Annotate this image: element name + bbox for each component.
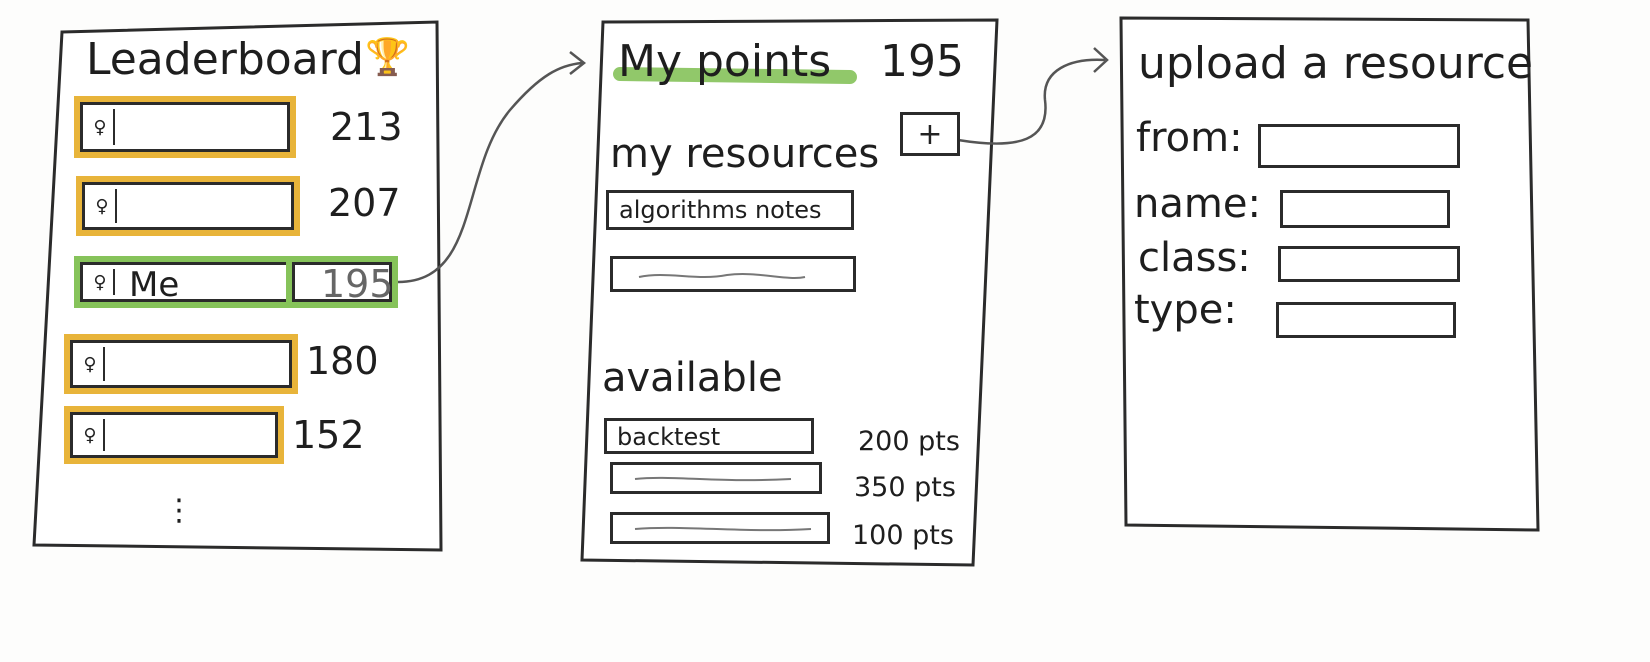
person-icon: ♀ xyxy=(89,189,117,223)
available-item-price: 100 pts xyxy=(852,520,954,551)
trophy-icon: 🏆 xyxy=(365,37,410,78)
placeholder-scribble xyxy=(634,476,792,482)
placeholder-scribble xyxy=(638,273,806,279)
available-item-price: 200 pts xyxy=(858,426,960,457)
available-item[interactable] xyxy=(610,512,830,544)
type-field[interactable] xyxy=(1276,302,1456,338)
leaderboard-row-1[interactable]: ♀ xyxy=(80,102,290,152)
class-label: class: xyxy=(1138,235,1251,281)
leaderboard-title: Leaderboard xyxy=(86,34,364,85)
leaderboard-row-4[interactable]: ♀ xyxy=(70,340,292,388)
points-value: 195 xyxy=(880,36,964,87)
leaderboard-score-me: 195 xyxy=(321,262,394,306)
upload-title: upload a resource xyxy=(1138,38,1534,89)
person-icon: ♀ xyxy=(87,109,115,145)
available-item[interactable]: backtest xyxy=(604,418,814,454)
name-label: name: xyxy=(1134,181,1261,227)
person-icon: ♀ xyxy=(77,419,105,451)
name-field[interactable] xyxy=(1280,190,1450,228)
leaderboard-row-me[interactable]: ♀ Me xyxy=(80,262,292,302)
class-field[interactable] xyxy=(1278,246,1460,282)
leaderboard-row-me-name: Me xyxy=(129,265,180,305)
resource-item[interactable]: algorithms notes xyxy=(606,190,854,230)
leaderboard-score-me-box: 195 xyxy=(292,262,394,306)
resource-item-label: algorithms notes xyxy=(619,196,822,224)
leaderboard-score-1: 213 xyxy=(330,105,403,149)
from-field[interactable] xyxy=(1258,124,1460,168)
more-indicator: ⋮ xyxy=(164,493,194,528)
placeholder-scribble xyxy=(634,526,812,532)
leaderboard-score-5: 152 xyxy=(292,413,365,457)
available-item[interactable] xyxy=(610,462,822,494)
available-label: available xyxy=(602,355,783,401)
add-resource-button[interactable]: + xyxy=(900,112,960,156)
leaderboard-row-5[interactable]: ♀ xyxy=(70,412,278,458)
person-icon: ♀ xyxy=(87,269,115,295)
type-label: type: xyxy=(1134,287,1237,333)
points-title: My points xyxy=(618,36,832,87)
my-resources-label: my resources xyxy=(610,131,880,177)
resource-item[interactable] xyxy=(610,256,856,292)
available-item-price: 350 pts xyxy=(854,472,956,503)
leaderboard-row-2[interactable]: ♀ xyxy=(82,182,294,230)
leaderboard-score-2: 207 xyxy=(328,181,401,225)
leaderboard-score-4: 180 xyxy=(306,339,379,383)
person-icon: ♀ xyxy=(77,347,105,381)
from-label: from: xyxy=(1136,115,1243,161)
available-item-label: backtest xyxy=(617,423,721,451)
